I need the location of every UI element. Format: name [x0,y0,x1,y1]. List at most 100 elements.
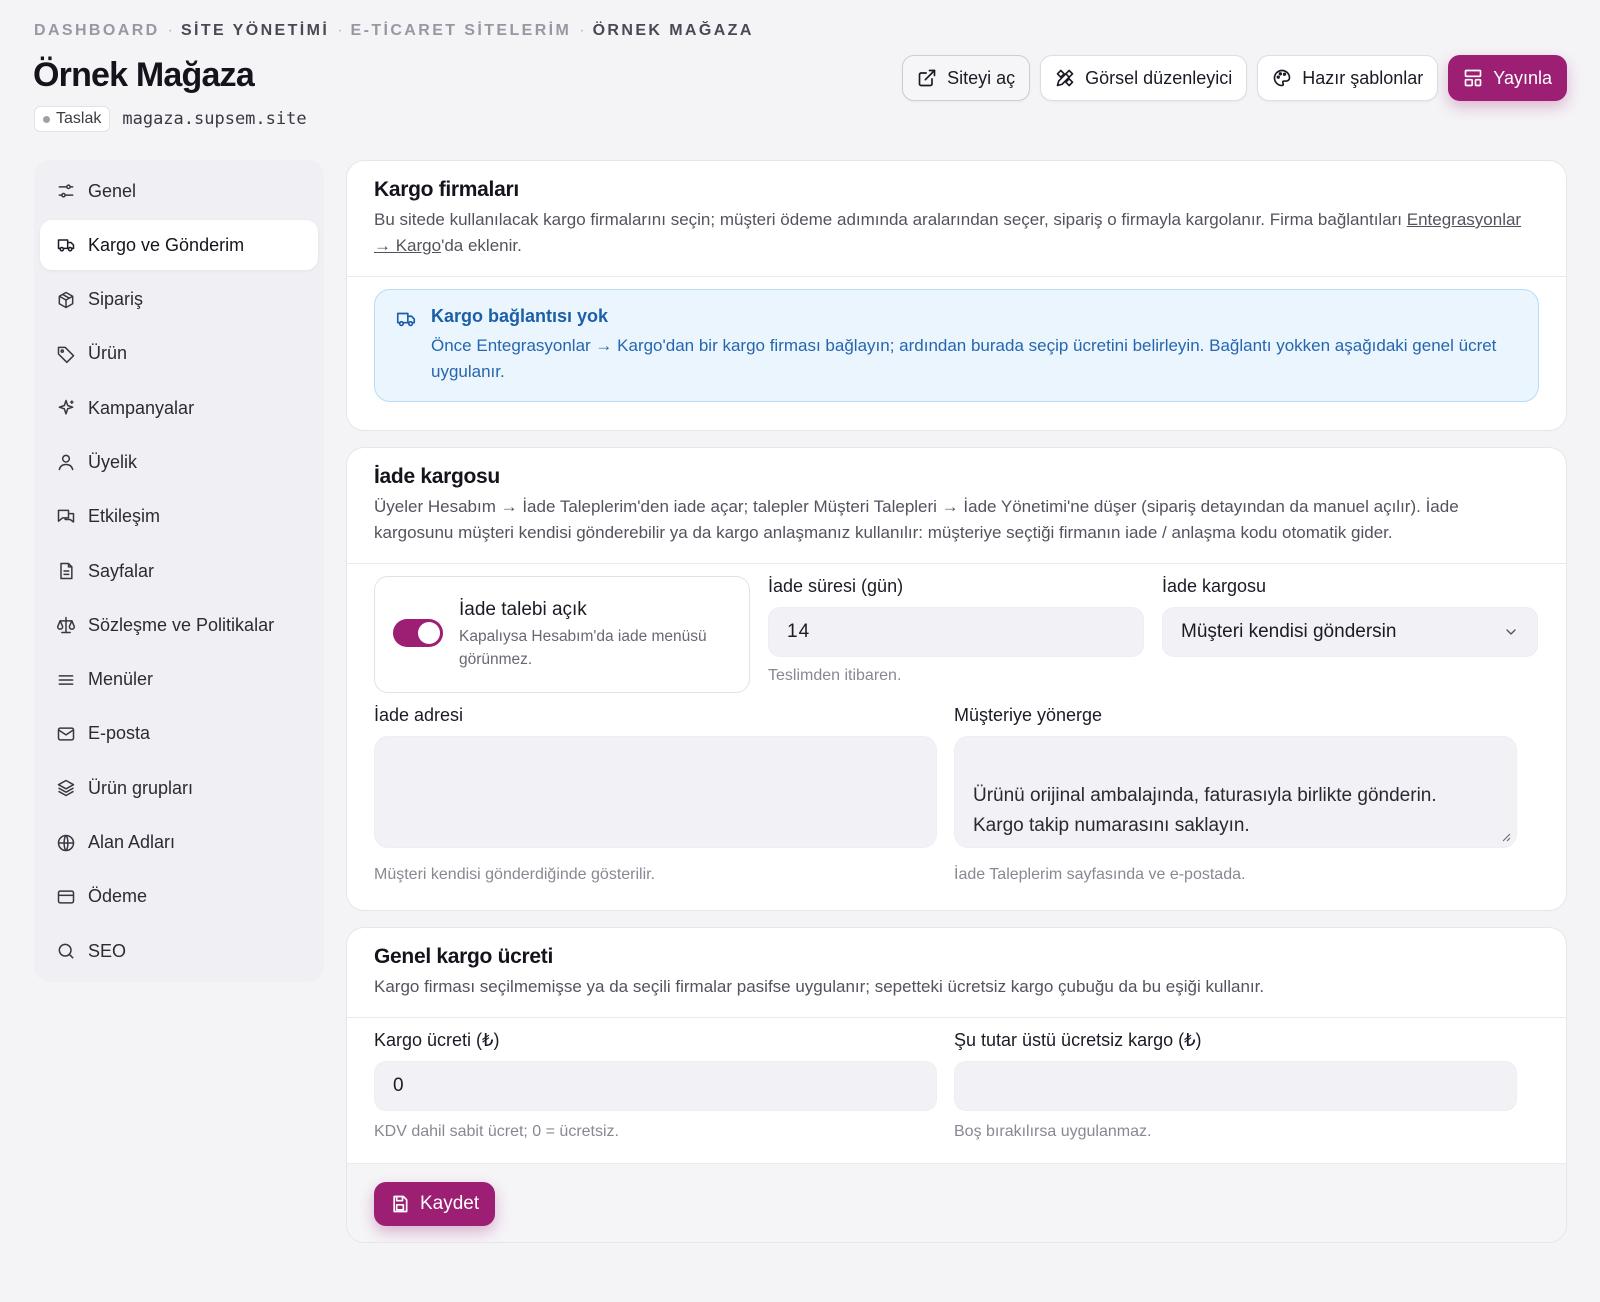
card-description: Üyeler Hesabım → İade Taleplerim'den iad… [374,497,1459,542]
return-period-group: İade süresi (gün) 14 Teslimden itibaren. [768,576,1144,693]
card-body: Kargo bağlantısı yok Önce Entegrasyonlar… [347,277,1566,430]
card-header: İade kargosu Üyeler Hesabım → İade Talep… [347,448,1566,564]
return-carrier-group: İade kargosu Müşteri kendisi göndersin [1162,576,1538,693]
customer-instructions-group: Müşteriye yönerge Ürünü orijinal ambalaj… [954,705,1517,884]
sidebar-item-label: Kargo ve Gönderim [88,234,245,255]
save-button[interactable]: Kaydet [374,1182,496,1226]
sidebar-item-pages[interactable]: Sayfalar [40,546,318,596]
shipping-fee-label: Kargo ücreti (₺) [374,1030,500,1050]
open-site-button[interactable]: Siteyi aç [902,55,1031,101]
card-title: İade kargosu [374,465,500,488]
return-period-label: İade süresi (gün) [768,576,904,596]
sidebar-item-label: SEO [88,940,127,961]
sidebar-item-menus[interactable]: Menüler [40,655,318,705]
breadcrumb-dashboard[interactable]: DASHBOARD [34,22,160,40]
return-request-toggle-box: İade talebi açık Kapalıysa Hesabım'da ia… [374,576,750,693]
return-address-textarea[interactable] [374,736,937,848]
breadcrumb-ecommerce-sites[interactable]: E-TİCARET SİTELERİM [351,22,572,40]
publish-button[interactable]: Yayınla [1448,55,1567,101]
sidebar-item-label: Alan Adları [88,832,176,853]
pencil-ruler-icon [1056,69,1074,87]
templates-button[interactable]: Hazır şablonlar [1257,55,1439,101]
sidebar-item-product-groups[interactable]: Ürün grupları [40,763,318,813]
open-site-label: Siteyi aç [947,67,1016,88]
sidebar-item-product[interactable]: Ürün [40,329,318,379]
sidebar-item-label: Kampanyalar [88,397,195,418]
tag-icon [57,346,75,363]
scale-icon [56,617,76,634]
card-description-text: 'da eklenir. [441,236,522,255]
general-shipping-fee-card: Genel kargo ücreti Kargo firması seçilme… [346,927,1567,1243]
customer-instructions-textarea[interactable]: Ürünü orijinal ambalajında, faturasıyla … [954,736,1517,848]
sidebar-item-label: E-posta [88,723,151,744]
card-title: Genel kargo ücreti [374,945,553,968]
sidebar-item-policies[interactable]: Sözleşme ve Politikalar [40,600,318,650]
breadcrumb-current: ÖRNEK MAĞAZA [592,22,754,39]
sidebar-item-label: Menüler [88,669,154,690]
sidebar-item-email[interactable]: E-posta [40,709,318,759]
sidebar: Genel Kargo ve Gönderim Sipariş Ürün Kam… [34,160,324,982]
alert-text: Önce Entegrasyonlar → Kargo'dan bir karg… [431,336,1497,381]
sidebar-item-label: Etkileşim [88,506,161,527]
sidebar-item-label: Sözleşme ve Politikalar [88,614,275,635]
templates-label: Hazır şablonlar [1302,67,1424,88]
sidebar-item-label: Ürün [88,343,128,364]
sidebar-item-label: Ödeme [88,886,148,907]
toggle-knob [418,622,440,644]
return-address-label: İade adresi [374,705,464,725]
toggle-text: İade talebi açık Kapalıysa Hesabım'da ia… [459,599,731,671]
card-description: Kargo firması seçilmemişse ya da seçili … [374,977,1265,996]
menu-icon [58,674,74,685]
breadcrumb-separator: · [167,22,173,39]
return-request-toggle[interactable] [393,619,443,647]
no-cargo-connection-alert: Kargo bağlantısı yok Önce Entegrasyonlar… [374,289,1539,402]
resize-handle-icon[interactable] [1501,832,1511,842]
alert-content: Kargo bağlantısı yok Önce Entegrasyonlar… [431,306,1518,385]
customer-instructions-label: Müşteriye yönerge [954,705,1103,725]
sidebar-item-interaction[interactable]: Etkileşim [40,492,318,542]
free-shipping-threshold-input[interactable] [954,1061,1517,1111]
breadcrumb-site-management[interactable]: SİTE YÖNETİMİ [181,22,329,40]
site-meta: Taslak magaza.supsem.site [34,106,307,132]
truck-icon [396,312,416,327]
sidebar-item-seo[interactable]: SEO [40,926,318,976]
return-address-group: İade adresi Müşteri kendisi gönderdiğind… [374,705,937,884]
sidebar-item-general[interactable]: Genel [40,166,318,216]
sidebar-item-label: Üyelik [88,451,138,472]
customer-instructions-hint: İade Taleplerim sayfasında ve e-postada. [954,866,1246,883]
returns-card: İade kargosu Üyeler Hesabım → İade Talep… [346,447,1567,911]
credit-card-icon [57,890,75,904]
shipping-fee-hint: KDV dahil sabit ücret; 0 = ücretsiz. [374,1123,619,1140]
main-content: Kargo firmaları Bu sitede kullanılacak k… [346,160,1567,1259]
file-icon [60,562,73,580]
messages-icon [57,509,75,523]
status-dot [43,115,50,123]
save-icon [393,1195,408,1213]
breadcrumb-separator: · [579,22,585,39]
sidebar-item-domains[interactable]: Alan Adları [40,818,318,868]
sidebar-item-payment[interactable]: Ödeme [40,872,318,922]
return-address-hint: Müşteri kendisi gönderdiğinde gösterilir… [374,866,656,883]
sidebar-item-shipping[interactable]: Kargo ve Gönderim [40,220,318,271]
chevron-down-icon [1506,629,1516,635]
card-body: İade talebi açık Kapalıysa Hesabım'da ia… [347,564,1566,910]
return-period-input[interactable]: 14 [768,607,1144,657]
user-icon [58,455,74,471]
toggle-title: İade talebi açık [459,599,587,620]
sidebar-item-order[interactable]: Sipariş [40,275,318,325]
card-header: Genel kargo ücreti Kargo firması seçilme… [347,928,1566,1018]
card-header: Kargo firmaları Bu sitede kullanılacak k… [347,161,1566,277]
breadcrumb: DASHBOARD · SİTE YÖNETİMİ · E-TİCARET Sİ… [34,22,754,40]
sidebar-item-campaigns[interactable]: Kampanyalar [40,383,318,433]
card-footer: Kaydet [347,1163,1566,1242]
cargo-companies-card: Kargo firmaları Bu sitede kullanılacak k… [346,160,1567,431]
fee-row: Kargo ücreti (₺) 0 KDV dahil sabit ücret… [374,1030,1539,1141]
sidebar-item-membership[interactable]: Üyelik [40,437,318,487]
return-carrier-select[interactable]: Müşteri kendisi göndersin [1162,607,1538,657]
visual-editor-button[interactable]: Görsel düzenleyici [1040,55,1248,101]
sidebar-item-label: Genel [88,180,137,201]
shipping-fee-input[interactable]: 0 [374,1061,937,1111]
external-link-icon [918,69,936,87]
sidebar-item-label: Ürün grupları [88,777,194,798]
customer-instructions-value: Ürünü orijinal ambalajında, faturasıyla … [973,785,1437,836]
